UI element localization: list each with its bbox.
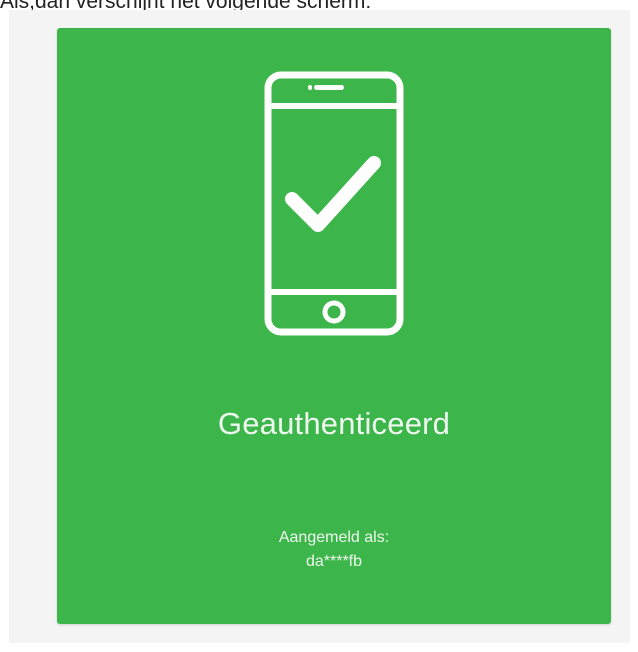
- signed-in-label: Aangemeld als:: [278, 529, 390, 546]
- authenticated-card: Geauthenticeerd Aangemeld als: da****fb: [57, 28, 611, 624]
- smartphone-check-icon: [264, 71, 404, 336]
- authentication-status-title: Geauthenticeerd: [217, 406, 451, 441]
- signed-in-username: da****fb: [305, 553, 363, 570]
